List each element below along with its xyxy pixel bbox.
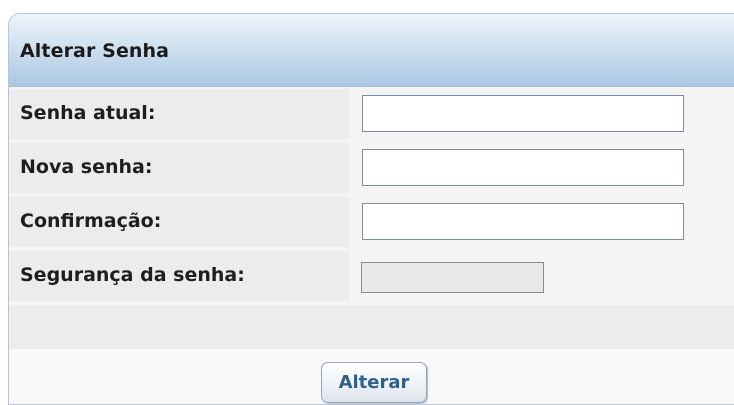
new-password-label-cell: Nova senha: <box>9 143 349 193</box>
current-password-input[interactable] <box>362 95 684 132</box>
new-password-value-cell <box>351 143 734 193</box>
change-password-panel: Alterar Senha Senha atual: Nova senha: C… <box>8 13 734 405</box>
new-password-label: Nova senha: <box>20 156 153 178</box>
confirm-password-label: Confirmação: <box>20 210 162 232</box>
alterar-button[interactable]: Alterar <box>321 362 427 403</box>
password-strength-row: Segurança da senha: <box>9 251 734 301</box>
password-strength-label: Segurança da senha: <box>20 264 245 286</box>
new-password-input[interactable] <box>362 149 684 186</box>
new-password-row: Nova senha: <box>9 143 734 193</box>
password-strength-value-cell <box>351 251 734 301</box>
password-strength-meter <box>361 262 544 293</box>
form-separator <box>9 305 734 349</box>
confirm-password-row: Confirmação: <box>9 197 734 247</box>
password-strength-label-cell: Segurança da senha: <box>9 251 349 301</box>
current-password-label-cell: Senha atual: <box>9 89 349 139</box>
panel-header: Alterar Senha <box>9 14 734 87</box>
current-password-value-cell <box>351 89 734 139</box>
current-password-row: Senha atual: <box>9 89 734 139</box>
confirm-password-value-cell <box>351 197 734 247</box>
current-password-label: Senha atual: <box>20 102 156 124</box>
panel-title: Alterar Senha <box>20 40 170 62</box>
form-footer: Alterar <box>9 349 734 404</box>
confirm-password-input[interactable] <box>362 203 684 240</box>
confirm-password-label-cell: Confirmação: <box>9 197 349 247</box>
